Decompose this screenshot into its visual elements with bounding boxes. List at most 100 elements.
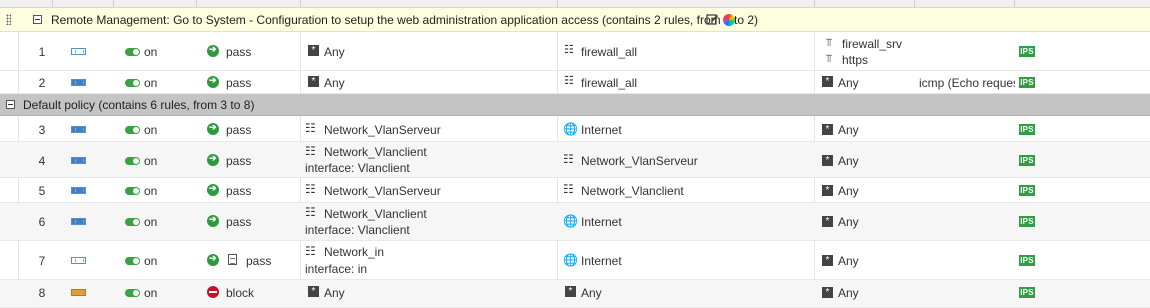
log-icon[interactable]: [71, 126, 86, 133]
log-icon[interactable]: [71, 218, 86, 225]
globe-icon: 🌐: [563, 214, 578, 228]
status-label: on: [144, 254, 158, 268]
action-label: pass: [226, 45, 252, 59]
dest-port-object[interactable]: Any: [838, 76, 859, 90]
rule-number: 3: [38, 123, 46, 137]
header-divider: [557, 0, 558, 7]
status-toggle[interactable]: [125, 126, 140, 134]
edit-icon[interactable]: [706, 13, 719, 26]
log-icon[interactable]: [71, 79, 86, 86]
table-row[interactable]: 7 on pass ☷ Network_in interface: in 🌐 I…: [0, 241, 1150, 280]
ips-badge: IPS: [1019, 77, 1035, 88]
header-divider: [196, 0, 197, 7]
section-title: Default policy (contains 6 rules, from 3…: [23, 98, 255, 112]
status-toggle[interactable]: [125, 257, 140, 265]
status-toggle[interactable]: [125, 48, 140, 56]
table-row[interactable]: 3 on pass ☷ Network_VlanServeur 🌐 Intern…: [0, 116, 1150, 142]
source-object[interactable]: Any: [324, 76, 345, 90]
rule-number: 1: [38, 45, 46, 59]
collapse-icon[interactable]: [33, 15, 42, 24]
ips-badge: IPS: [1019, 216, 1035, 227]
network-icon: ☷: [563, 152, 574, 166]
globe-icon: 🌐: [563, 253, 578, 267]
destination-object[interactable]: firewall_all: [581, 45, 637, 59]
table-row[interactable]: 1 on pass * Any ☷ firewall_all ⫪ firewal…: [0, 32, 1150, 71]
source-interface: interface: Vlanclient: [305, 161, 410, 175]
any-object-icon: *: [822, 76, 833, 87]
source-object[interactable]: Any: [324, 45, 345, 59]
network-icon: ☷: [563, 182, 574, 196]
source-interface: interface: in: [305, 262, 368, 276]
any-object-icon: *: [822, 124, 833, 135]
dest-port-object[interactable]: Any: [838, 254, 859, 268]
table-row[interactable]: 2 on pass * Any ☷ firewall_all * Any icm…: [0, 71, 1150, 94]
table-row[interactable]: 4 on pass ☷ Network_Vlanclient interface…: [0, 142, 1150, 178]
source-object[interactable]: Network_VlanServeur: [324, 184, 441, 198]
destination-object[interactable]: Network_VlanServeur: [581, 154, 698, 168]
network-icon: ☷: [305, 144, 316, 158]
source-object[interactable]: Network_in: [324, 245, 384, 259]
any-object-icon: *: [822, 216, 833, 227]
ips-badge: IPS: [1019, 155, 1035, 166]
status-toggle[interactable]: [125, 187, 140, 195]
source-object[interactable]: Network_Vlanclient: [324, 207, 427, 221]
destination-object[interactable]: Internet: [581, 123, 622, 137]
pass-icon: [207, 183, 219, 196]
ips-badge: IPS: [1019, 255, 1035, 266]
pass-icon: [207, 122, 219, 135]
dest-port-object[interactable]: Any: [838, 154, 859, 168]
status-toggle[interactable]: [125, 157, 140, 165]
dest-port-object[interactable]: Any: [838, 184, 859, 198]
ips-badge: IPS: [1019, 287, 1035, 298]
rule-number: 8: [38, 286, 46, 300]
dest-port-object[interactable]: Any: [838, 286, 859, 300]
any-object-icon: *: [822, 255, 833, 266]
status-toggle[interactable]: [125, 79, 140, 87]
network-icon: ☷: [305, 244, 316, 258]
destination-object[interactable]: Internet: [581, 215, 622, 229]
document-icon: [228, 254, 237, 265]
dest-port-object[interactable]: firewall_srv: [842, 37, 902, 51]
service-icon: ⫪: [826, 53, 833, 65]
color-picker-icon[interactable]: [723, 14, 735, 26]
table-row[interactable]: 6 on pass ☷ Network_Vlanclient interface…: [0, 203, 1150, 241]
network-icon: ☷: [305, 182, 316, 196]
table-row[interactable]: 8 on block * Any * Any * Any IPS: [0, 280, 1150, 308]
destination-object[interactable]: Any: [581, 286, 602, 300]
drag-handle-icon[interactable]: [6, 14, 11, 25]
source-object[interactable]: Network_VlanServeur: [324, 123, 441, 137]
log-icon[interactable]: [71, 48, 86, 55]
action-label: pass: [226, 123, 252, 137]
status-label: on: [144, 154, 158, 168]
log-icon[interactable]: [71, 257, 86, 264]
log-icon[interactable]: [71, 289, 86, 296]
table-row[interactable]: 5 on pass ☷ Network_VlanServeur ☷ Networ…: [0, 178, 1150, 203]
service-icon: ⫪: [826, 37, 833, 49]
network-icon: ☷: [305, 121, 316, 135]
rule-number: 5: [38, 184, 46, 198]
log-icon[interactable]: [71, 187, 86, 194]
status-label: on: [144, 215, 158, 229]
pass-icon: [207, 44, 219, 57]
dest-port-object[interactable]: Any: [838, 123, 859, 137]
source-object[interactable]: Network_Vlanclient: [324, 145, 427, 159]
dest-port-object[interactable]: Any: [838, 215, 859, 229]
pass-icon: [207, 214, 219, 227]
source-object[interactable]: Any: [324, 286, 345, 300]
section-remote-management[interactable]: Remote Management: Go to System - Config…: [0, 8, 1150, 32]
rule-number: 7: [38, 254, 46, 268]
rule-number: 4: [38, 154, 46, 168]
destination-object[interactable]: Internet: [581, 254, 622, 268]
section-default-policy[interactable]: Default policy (contains 6 rules, from 3…: [0, 94, 1150, 116]
destination-object[interactable]: firewall_all: [581, 76, 637, 90]
protocol-object[interactable]: icmp (Echo reques: [919, 76, 1015, 90]
action-label: pass: [246, 254, 272, 268]
status-toggle[interactable]: [125, 289, 140, 297]
log-icon[interactable]: [71, 157, 86, 164]
any-object-icon: *: [308, 76, 319, 87]
collapse-icon[interactable]: [6, 100, 15, 109]
dest-port-object[interactable]: https: [842, 53, 868, 67]
status-toggle[interactable]: [125, 218, 140, 226]
destination-object[interactable]: Network_Vlanclient: [581, 184, 684, 198]
status-label: on: [144, 184, 158, 198]
